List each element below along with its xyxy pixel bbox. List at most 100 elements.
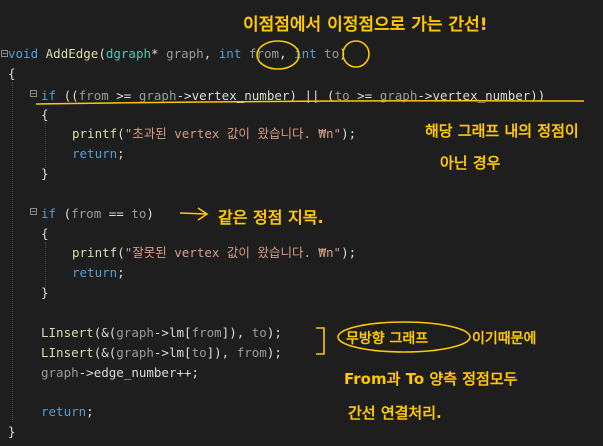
- member: lm: [168, 325, 185, 340]
- code-text: ;: [86, 404, 94, 419]
- keyword: void: [8, 46, 39, 61]
- function-name: AddEdge: [45, 46, 99, 61]
- annotation-edge-connect: 간선 연결처리.: [348, 404, 442, 422]
- punct: *: [151, 46, 167, 61]
- code-text: (: [56, 206, 72, 221]
- arrow-same: [179, 207, 209, 221]
- param: graph: [138, 88, 177, 103]
- member: lm: [168, 345, 185, 360]
- code-line-close-brace[interactable]: }: [8, 422, 16, 441]
- member: edge_number: [93, 365, 177, 380]
- param: from: [71, 206, 102, 221]
- member: vertex_number: [191, 88, 290, 103]
- keyword: int: [294, 46, 317, 61]
- code-text: >=: [349, 88, 380, 103]
- function-name: printf: [72, 126, 118, 141]
- code-line-if-range[interactable]: if ((from >= graph->vertex_number) || (t…: [41, 86, 545, 105]
- code-line-open-brace[interactable]: {: [41, 105, 49, 124]
- code-text: ++;: [176, 365, 200, 380]
- code-line-function-signature[interactable]: void AddEdge(dgraph* graph, int from, in…: [8, 44, 347, 63]
- function-name: LInsert: [41, 325, 94, 340]
- member: vertex_number: [432, 88, 531, 103]
- annotation-undirected-graph: 무방향 그래프: [346, 331, 429, 347]
- keyword: if: [41, 206, 57, 221]
- circle-to: [342, 40, 370, 68]
- param: to: [131, 206, 147, 221]
- fold-toggle-if-range[interactable]: −: [30, 90, 37, 98]
- param: to: [334, 88, 350, 103]
- code-line-printf-range[interactable]: printf("초과된 vertex 값이 왔습니다. ₩n");: [72, 124, 356, 143]
- code-line-return[interactable]: return;: [41, 402, 94, 421]
- param: from: [248, 46, 279, 61]
- code-text: ;: [117, 146, 125, 161]
- code-text: (: [117, 126, 125, 141]
- punct: ): [339, 46, 347, 61]
- param: to: [191, 345, 207, 360]
- code-text: (&(: [93, 325, 117, 340]
- code-text: ) || (: [289, 88, 335, 103]
- code-line-close-brace[interactable]: }: [41, 283, 49, 302]
- code-text: );: [266, 345, 282, 360]
- fold-toggle-function[interactable]: −: [1, 50, 8, 58]
- code-text: (&(: [93, 345, 117, 360]
- code-line-open-brace[interactable]: {: [8, 64, 16, 83]
- annotation-range-line2: 아닌 경우: [440, 154, 501, 172]
- code-line-return[interactable]: return;: [72, 144, 125, 163]
- annotation-top: 이점점에서 이정점으로 가는 간선!: [243, 15, 488, 35]
- code-text: ->: [153, 345, 169, 360]
- code-line-open-brace[interactable]: {: [41, 224, 49, 243]
- function-name: LInsert: [41, 345, 94, 360]
- code-text: ): [146, 206, 154, 221]
- param: from: [236, 345, 267, 360]
- code-text: ]),: [206, 345, 237, 360]
- code-text: ->: [153, 325, 169, 340]
- fold-toggle-if-same[interactable]: −: [30, 208, 37, 216]
- code-text: [: [184, 325, 192, 340]
- code-line-linsert-to[interactable]: LInsert(&(graph->lm[to]), from);: [41, 343, 282, 362]
- punct: ,: [279, 46, 295, 61]
- keyword: if: [41, 88, 57, 103]
- param: graph: [166, 46, 204, 61]
- code-text: ->: [78, 365, 94, 380]
- keyword: int: [218, 46, 242, 61]
- code-text: ->: [417, 88, 433, 103]
- param: graph: [116, 325, 154, 340]
- annotation-both-vertices: From과 To 양측 정점모두: [344, 370, 518, 388]
- keyword: return: [72, 146, 118, 161]
- keyword: return: [72, 265, 118, 280]
- bracket-insert: [316, 327, 325, 355]
- type-name: dgraph: [105, 46, 152, 61]
- code-text: ==: [101, 206, 132, 221]
- annotation-same-vertex: 같은 정점 지목.: [218, 208, 324, 227]
- annotation-range-line1: 해당 그래프 내의 정점이: [425, 122, 579, 140]
- code-line-if-same[interactable]: if (from == to): [41, 204, 154, 223]
- param: from: [191, 325, 222, 340]
- code-line-printf-same[interactable]: printf("잘못된 vertex 값이 왔습니다. ₩n");: [72, 243, 356, 262]
- keyword: return: [41, 404, 87, 419]
- code-text: );: [341, 245, 357, 260]
- code-text: );: [341, 126, 357, 141]
- string-literal: "초과된 vertex 값이 왔습니다. ₩n": [124, 126, 342, 141]
- code-text: ((: [56, 88, 79, 103]
- code-line-close-brace[interactable]: }: [41, 164, 49, 183]
- code-text: ]),: [221, 325, 252, 340]
- code-text: >=: [108, 88, 139, 103]
- param: graph: [41, 365, 79, 380]
- code-text: [: [184, 345, 192, 360]
- code-text: )): [530, 88, 546, 103]
- code-text: );: [266, 325, 282, 340]
- param: graph: [116, 345, 154, 360]
- punct: ,: [203, 46, 219, 61]
- param: from: [78, 88, 109, 103]
- param: to: [324, 46, 340, 61]
- code-line-edge-increment[interactable]: graph->edge_number++;: [41, 363, 199, 382]
- annotation-because: 이기때문에: [472, 331, 537, 347]
- param: to: [251, 325, 267, 340]
- code-line-return[interactable]: return;: [72, 263, 125, 282]
- function-name: printf: [72, 245, 118, 260]
- code-text: ->: [176, 88, 192, 103]
- indent-guide: [12, 82, 13, 422]
- code-line-linsert-from[interactable]: LInsert(&(graph->lm[from]), to);: [41, 323, 282, 342]
- string-literal: "잘못된 vertex 값이 왔습니다. ₩n": [124, 245, 342, 260]
- param: graph: [379, 88, 418, 103]
